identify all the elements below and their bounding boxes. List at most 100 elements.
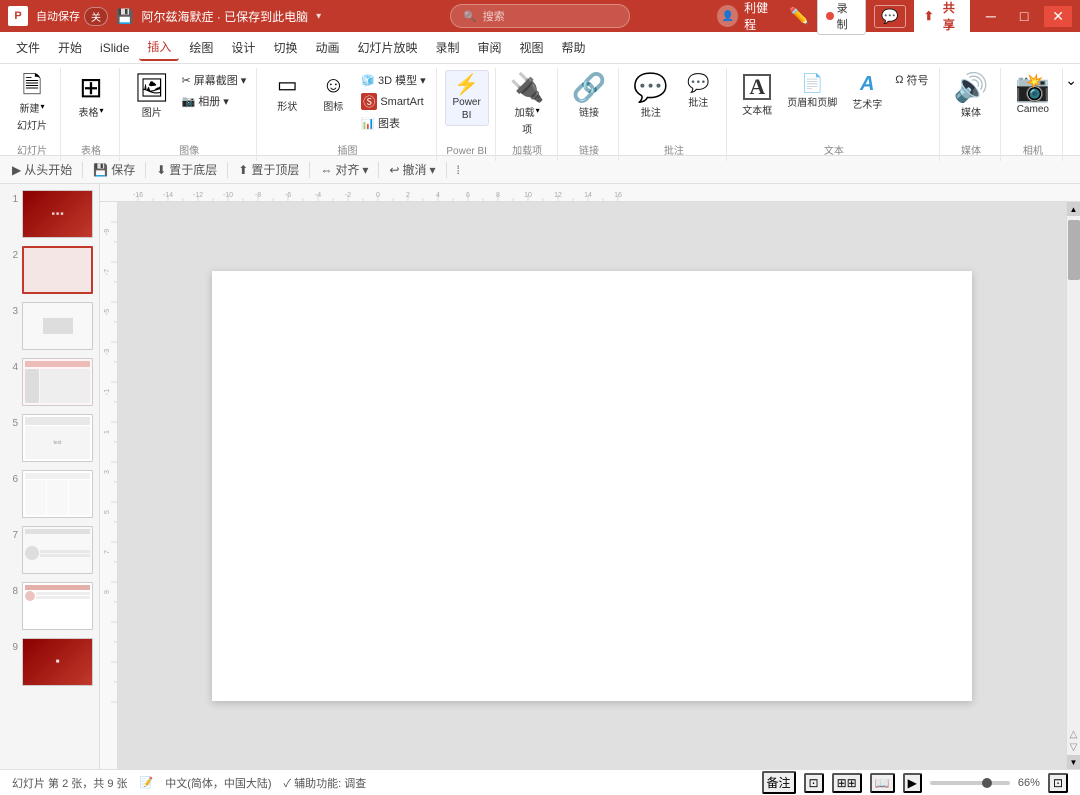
- qa-align-button[interactable]: ⇔ 对齐 ▾: [316, 159, 372, 180]
- close-button[interactable]: ✕: [1044, 6, 1072, 27]
- chart-button[interactable]: 📊 图表: [357, 113, 429, 133]
- scroll-up-arrow[interactable]: ▲: [1067, 202, 1080, 216]
- menu-item-record[interactable]: 录制: [427, 35, 467, 60]
- menu-item-insert[interactable]: 插入: [139, 34, 179, 61]
- qa-separator-4: [309, 162, 310, 178]
- slide-canvas[interactable]: [118, 202, 1066, 769]
- statusbar-left: 幻灯片 第 2 张，共 9 张 📝 中文(简体，中国大陆) ✓ 辅助功能: 调查: [12, 775, 366, 791]
- cameo-button[interactable]: 📸 Cameo: [1009, 70, 1056, 119]
- menu-item-islide[interactable]: iSlide: [92, 37, 137, 59]
- qa-sendback-button[interactable]: ⬇ 置于底层: [152, 159, 221, 180]
- album-drop[interactable]: ▾: [223, 95, 229, 108]
- svg-text:9: 9: [104, 590, 111, 594]
- autosave-toggle[interactable]: 关: [84, 7, 108, 26]
- menu-item-file[interactable]: 文件: [8, 35, 48, 60]
- link-button[interactable]: 🔗 链接: [566, 70, 613, 123]
- textbox-button[interactable]: A 文本框: [735, 70, 779, 121]
- media-button[interactable]: 🔊 媒体: [948, 70, 995, 123]
- menu-item-view[interactable]: 视图: [512, 35, 552, 60]
- qa-bringfront-button[interactable]: ⬆ 置于顶层: [234, 159, 303, 180]
- statusbar-right: 备注 ⊡ ⊞⊞ 📖 ▶ 66% ⊡: [762, 771, 1068, 794]
- media-label: 媒体: [961, 104, 981, 119]
- minimize-button[interactable]: ─: [978, 6, 1004, 26]
- align-drop[interactable]: ▾: [362, 163, 368, 177]
- slideshow-view-button[interactable]: ▶: [903, 773, 922, 793]
- notes-view-button[interactable]: 备注: [762, 771, 796, 794]
- save-button[interactable]: 💾: [116, 8, 133, 25]
- slide-item-7[interactable]: 7: [4, 524, 95, 576]
- wordart-button[interactable]: A 艺术字: [845, 70, 889, 115]
- zoom-slider[interactable]: [930, 781, 1010, 785]
- reading-view-button[interactable]: 📖: [870, 773, 895, 793]
- slide-item-5[interactable]: 5 text: [4, 412, 95, 464]
- slide-item-8[interactable]: 8: [4, 580, 95, 632]
- album-button[interactable]: 📷 相册 ▾: [178, 91, 251, 111]
- shapes-button[interactable]: ▭ 形状: [265, 70, 309, 117]
- new-slide-button[interactable]: 🗎 新建 ▾ 幻灯片: [10, 70, 54, 136]
- slide-thumb-7[interactable]: [22, 526, 93, 574]
- record-label: 录制: [837, 0, 858, 32]
- record-button[interactable]: 录制: [817, 0, 866, 35]
- menu-item-design[interactable]: 设计: [223, 35, 263, 60]
- header-footer-button[interactable]: 📄 页眉和页脚: [781, 70, 843, 113]
- qa-fromstart-button[interactable]: ▶ 从头开始: [8, 159, 76, 180]
- slide-item-1[interactable]: 1 ■ ■ ■: [4, 188, 95, 240]
- comment2-ribbon-button[interactable]: 💬 批注: [676, 70, 720, 113]
- slide-item-3[interactable]: 3: [4, 300, 95, 352]
- slide-page[interactable]: [212, 271, 972, 701]
- slide-thumb-3[interactable]: [22, 302, 93, 350]
- slide-thumb-6[interactable]: [22, 470, 93, 518]
- slide-sorter-button[interactable]: ⊞⊞: [832, 773, 862, 793]
- table-dropdown[interactable]: ▾: [99, 106, 103, 115]
- page-up-button[interactable]: △: [1068, 729, 1080, 740]
- scroll-down-arrow[interactable]: ▼: [1067, 755, 1080, 769]
- menu-item-draw[interactable]: 绘图: [181, 35, 221, 60]
- table-button[interactable]: ⊞ 表格 ▾: [69, 70, 113, 123]
- qa-save-button[interactable]: 💾 保存: [89, 159, 139, 180]
- slide-thumb-2[interactable]: [22, 246, 93, 294]
- slide-thumb-5[interactable]: text: [22, 414, 93, 462]
- maximize-button[interactable]: □: [1012, 6, 1036, 26]
- new-slide-dropdown[interactable]: ▾: [40, 102, 44, 111]
- 3d-drop[interactable]: ▾: [420, 74, 426, 87]
- comment-button[interactable]: 💬: [874, 5, 905, 28]
- slide-thumb-8[interactable]: [22, 582, 93, 630]
- scroll-thumb-v[interactable]: [1068, 220, 1080, 280]
- menu-item-review[interactable]: 审阅: [470, 35, 510, 60]
- screenshot-button[interactable]: ✂ 屏幕截图 ▾: [178, 70, 251, 90]
- ribbon-more-button[interactable]: ⌄: [1065, 72, 1077, 89]
- menu-item-animation[interactable]: 动画: [307, 35, 347, 60]
- screenshot-drop[interactable]: ▾: [241, 74, 247, 87]
- slide-item-4[interactable]: 4: [4, 356, 95, 408]
- page-down-button[interactable]: ▽: [1068, 742, 1080, 753]
- zoom-handle[interactable]: [982, 778, 992, 788]
- icons-button[interactable]: ☺ 图标: [311, 70, 355, 117]
- addins-button[interactable]: 🔌 加载 ▾ 项: [504, 70, 551, 140]
- powerbi-button[interactable]: ⚡ Power BI: [445, 70, 489, 126]
- slide-thumb-1[interactable]: ■ ■ ■: [22, 190, 93, 238]
- pen-button[interactable]: ✏️: [789, 6, 809, 26]
- symbol-button[interactable]: Ω 符号: [891, 70, 932, 90]
- menu-item-help[interactable]: 帮助: [554, 35, 594, 60]
- comment-ribbon-button[interactable]: 💬 批注: [627, 70, 674, 123]
- normal-view-button[interactable]: ⊡: [804, 773, 824, 793]
- title-arrow[interactable]: ▾: [316, 11, 321, 22]
- slide-item-9[interactable]: 9 ■: [4, 636, 95, 688]
- menu-item-transition[interactable]: 切换: [265, 35, 305, 60]
- slide-thumb-4[interactable]: [22, 358, 93, 406]
- undo-drop[interactable]: ▾: [430, 163, 436, 177]
- menu-item-slideshow[interactable]: 幻灯片放映: [349, 35, 425, 60]
- 3d-model-button[interactable]: 🧊 3D 模型 ▾: [357, 70, 429, 90]
- zoom-fit-button[interactable]: ⊡: [1048, 773, 1068, 793]
- qa-undo-button[interactable]: ↩ 撤消 ▾: [385, 159, 439, 180]
- slide-item-6[interactable]: 6: [4, 468, 95, 520]
- menu-item-start[interactable]: 开始: [50, 35, 90, 60]
- share-button[interactable]: ⬆ 共享: [914, 0, 970, 35]
- slide-thumb-9[interactable]: ■: [22, 638, 93, 686]
- picture-button[interactable]: 🖼 图片: [128, 70, 176, 123]
- smartart-button[interactable]: Ⓢ SmartArt: [357, 91, 429, 112]
- search-box[interactable]: 🔍 搜索: [450, 4, 630, 28]
- slide-item-2[interactable]: 2: [4, 244, 95, 296]
- addins-drop[interactable]: ▾: [536, 106, 540, 115]
- qa-more-button[interactable]: ⁞: [453, 161, 464, 179]
